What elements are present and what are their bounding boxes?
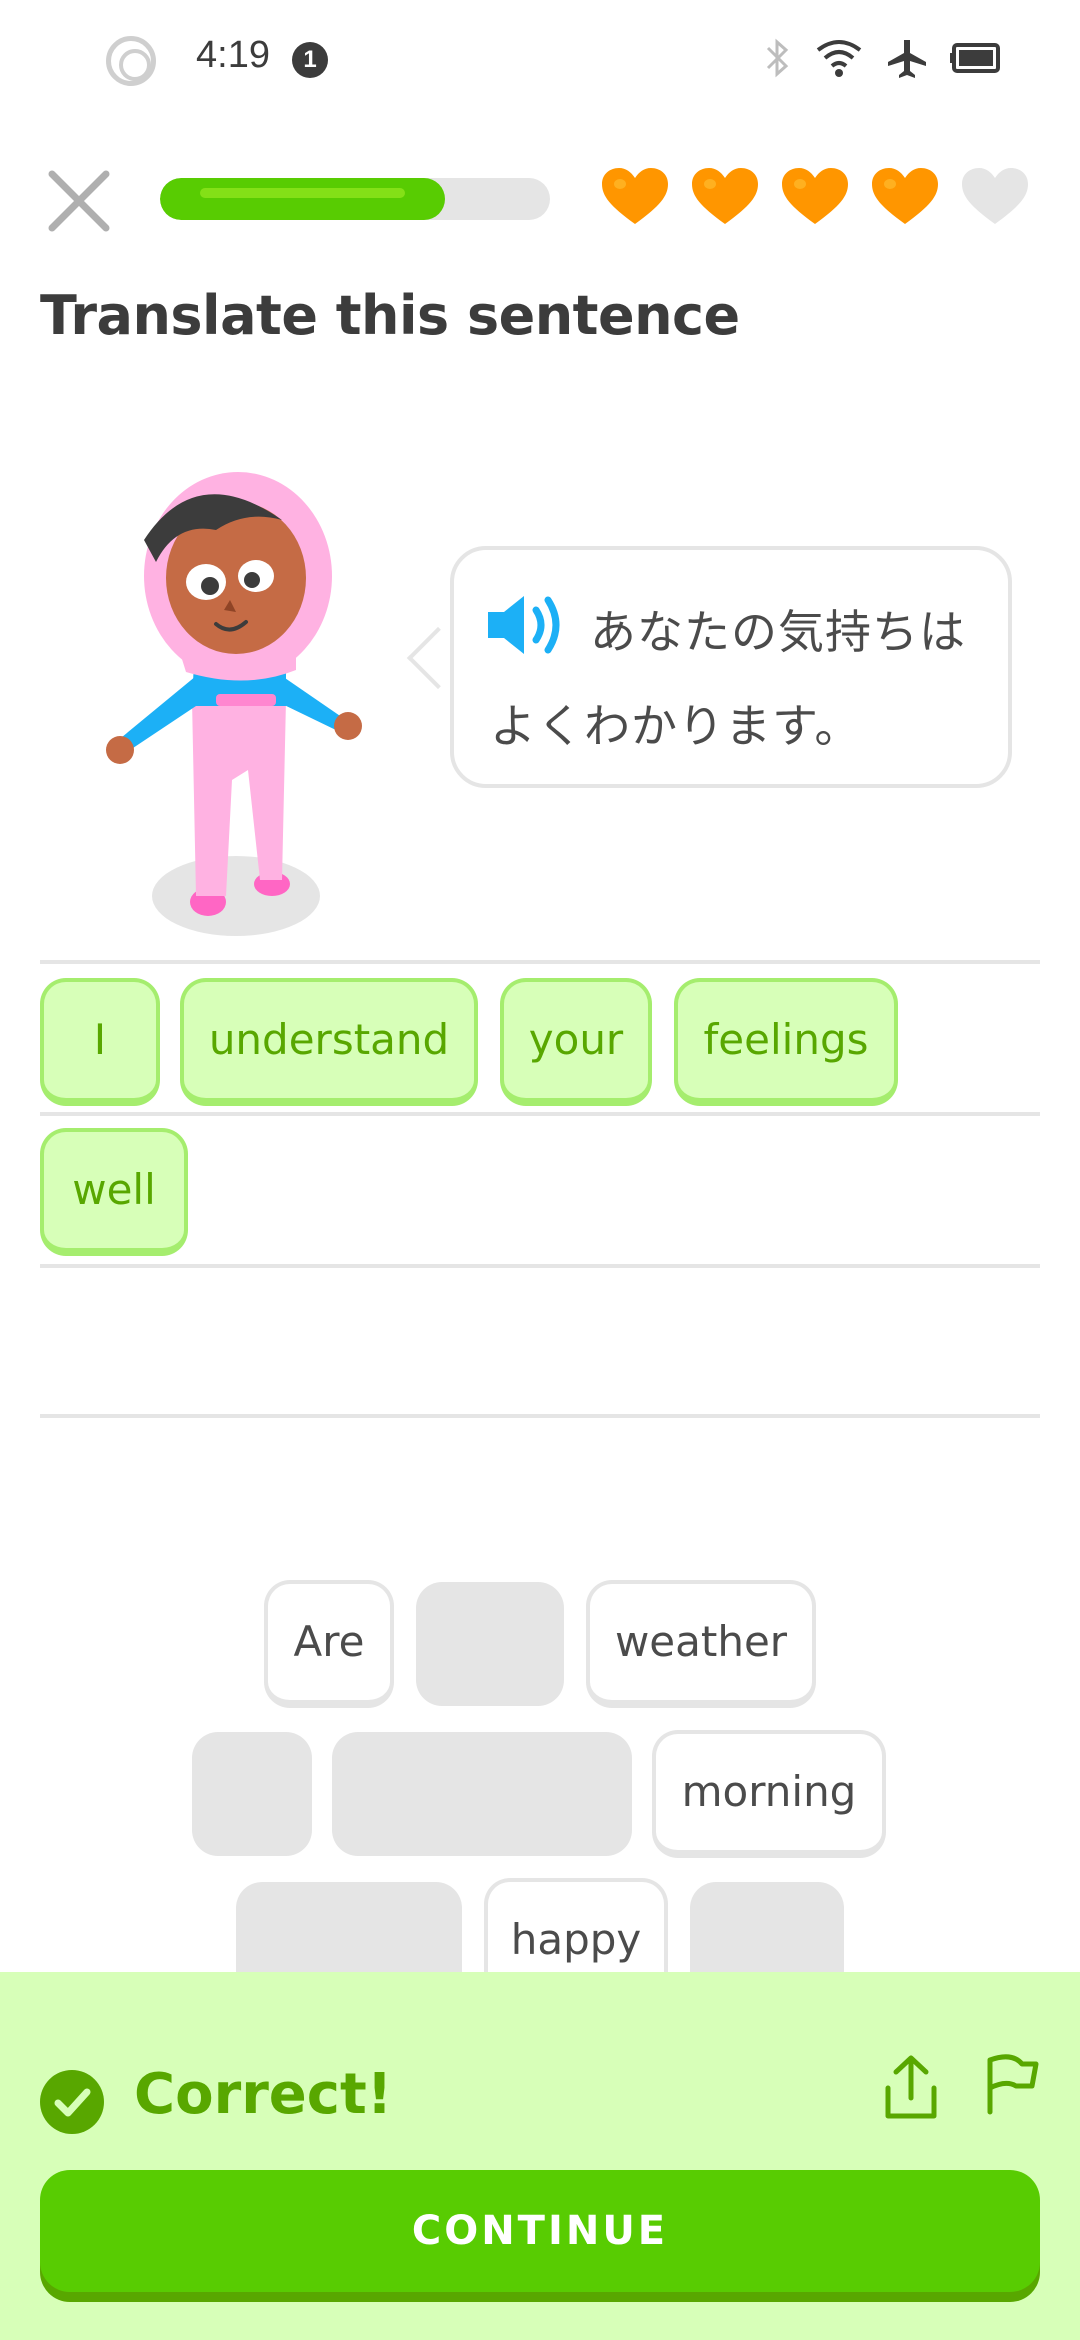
play-audio-button[interactable] [484, 590, 570, 660]
status-time: 4:19 [196, 34, 270, 76]
progress-shine [200, 188, 405, 198]
battery-icon [950, 43, 1000, 73]
answer-line-4 [40, 1414, 1040, 1418]
word-bank-chip[interactable]: Are [264, 1580, 394, 1708]
heart-icon-filled [600, 166, 670, 228]
bluetooth-icon [766, 38, 789, 78]
check-icon [40, 2070, 104, 2134]
airplane-mode-icon [888, 40, 926, 78]
continue-button[interactable]: CONTINUE [40, 2170, 1040, 2292]
result-status-text: Correct! [134, 2062, 393, 2127]
feedback-panel: Correct! CONTINUE [0, 1972, 1080, 2340]
prompt-sentence-line-1[interactable]: あなたの気持ちは [590, 596, 966, 662]
lesson-progress-bar [160, 178, 550, 220]
answer-word-chip[interactable]: feelings [674, 978, 898, 1106]
heart-icon-filled [690, 166, 760, 228]
answer-word-chip[interactable]: understand [180, 978, 478, 1106]
word-bank-empty-slot [192, 1732, 312, 1856]
wifi-icon [816, 40, 862, 77]
system-icons [764, 36, 1002, 80]
radio-ring-icon [106, 36, 156, 86]
word-bank-chip[interactable]: weather [586, 1580, 816, 1708]
answer-word-chip[interactable]: well [40, 1128, 188, 1256]
report-button[interactable] [982, 2052, 1042, 2118]
answer-word-chip[interactable]: I [40, 978, 160, 1106]
prompt-sentence-line-2[interactable]: よくわかります。 [490, 690, 861, 756]
notification-count-badge: 1 [292, 42, 328, 78]
share-icon [885, 2055, 937, 2119]
answer-line-1 [40, 960, 1040, 964]
progress-fill [160, 178, 445, 220]
heart-icon-filled [870, 166, 940, 228]
heart-icon-empty [960, 166, 1030, 228]
word-bank-empty-slot [332, 1732, 632, 1856]
exercise-title: Translate this sentence [40, 284, 740, 347]
heart-icon-filled [780, 166, 850, 228]
word-bank-chip[interactable]: morning [652, 1730, 886, 1858]
answer-word-chip[interactable]: your [500, 978, 652, 1106]
close-button[interactable] [46, 168, 112, 234]
flag-icon [987, 2054, 1039, 2115]
close-icon [48, 170, 110, 232]
answer-line-3 [40, 1264, 1040, 1268]
hearts-meter [600, 166, 1030, 228]
word-bank-empty-slot [416, 1582, 564, 1706]
status-bar: 4:19 1 [0, 0, 1080, 120]
share-button[interactable] [880, 2052, 942, 2124]
speaker-icon [488, 596, 560, 654]
character-illustration [96, 450, 396, 950]
answer-line-2 [40, 1112, 1040, 1116]
